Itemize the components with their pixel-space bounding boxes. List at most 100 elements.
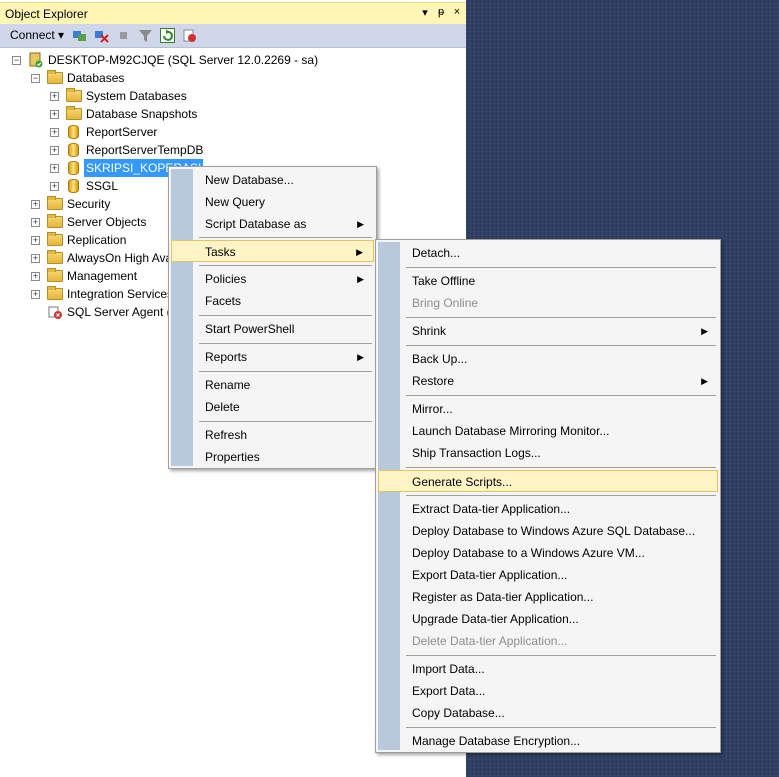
management-label: Management (67, 269, 138, 283)
expand-icon[interactable]: + (31, 272, 40, 281)
menu-item-generate-scripts[interactable]: Generate Scripts... (378, 470, 718, 492)
expand-icon[interactable]: + (31, 200, 40, 209)
menu-item-restore[interactable]: Restore ▶ (378, 370, 718, 392)
menu-item-upgrade-data-tier[interactable]: Upgrade Data-tier Application... (378, 608, 718, 630)
expand-icon[interactable]: + (31, 254, 40, 263)
collapse-icon[interactable]: − (12, 56, 21, 65)
expand-icon[interactable]: + (50, 146, 59, 155)
menu-item-register-data-tier[interactable]: Register as Data-tier Application... (378, 586, 718, 608)
folder-icon (47, 232, 63, 246)
reportserver-label: ReportServer (86, 125, 158, 139)
tree-node-database-snapshots[interactable]: + Database Snapshots (50, 105, 350, 123)
menu-item-script-database-as[interactable]: Script Database as ▶ (171, 213, 374, 235)
expand-icon[interactable]: + (50, 110, 59, 119)
menu-item-export-data-tier[interactable]: Export Data-tier Application... (378, 564, 718, 586)
menu-separator (406, 345, 716, 346)
menu-item-mirror[interactable]: Mirror... (378, 398, 718, 420)
submenu-arrow-icon: ▶ (701, 376, 708, 386)
menu-item-back-up[interactable]: Back Up... (378, 348, 718, 370)
menu-item-launch-mirroring-monitor[interactable]: Launch Database Mirroring Monitor... (378, 420, 718, 442)
menu-item-copy-database[interactable]: Copy Database... (378, 702, 718, 724)
tree-node-reportservertempdb[interactable]: + ReportServerTempDB (50, 141, 350, 159)
tree-node-reportserver[interactable]: + ReportServer (50, 123, 350, 141)
databases-label: Databases (67, 71, 125, 85)
folder-icon (47, 268, 63, 282)
menu-item-detach[interactable]: Detach... (378, 242, 718, 264)
menu-label: Properties (205, 450, 260, 464)
menu-item-deploy-azure-sql[interactable]: Deploy Database to Windows Azure SQL Dat… (378, 520, 718, 542)
menu-label: Delete (205, 400, 240, 414)
menu-label: Generate Scripts... (412, 475, 513, 489)
folder-icon (47, 196, 63, 210)
pin-icon[interactable]: ᵽ (434, 6, 448, 18)
submenu-arrow-icon: ▶ (357, 274, 364, 284)
menu-item-take-offline[interactable]: Take Offline (378, 270, 718, 292)
menu-item-new-database[interactable]: New Database... (171, 169, 374, 191)
filter-icon[interactable] (138, 28, 153, 43)
menu-item-facets[interactable]: Facets (171, 290, 374, 312)
system-databases-label: System Databases (86, 89, 187, 103)
menu-item-delete-data-tier[interactable]: Delete Data-tier Application... (378, 630, 718, 652)
menu-separator (406, 655, 716, 656)
menu-label: New Database... (205, 173, 294, 187)
database-icon (68, 125, 79, 139)
menu-item-deploy-azure-vm[interactable]: Deploy Database to a Windows Azure VM... (378, 542, 718, 564)
menu-item-import-data[interactable]: Import Data... (378, 658, 718, 680)
menu-item-ship-transaction-logs[interactable]: Ship Transaction Logs... (378, 442, 718, 464)
refresh-icon[interactable] (160, 28, 175, 43)
tree-node-databases[interactable]: − Databases (31, 69, 331, 87)
panel-title: Object Explorer (5, 7, 88, 21)
menu-item-reports[interactable]: Reports ▶ (171, 346, 374, 368)
menu-item-new-query[interactable]: New Query (171, 191, 374, 213)
menu-label: Restore (412, 374, 455, 388)
expand-icon[interactable]: + (31, 218, 40, 227)
close-icon[interactable]: × (450, 6, 464, 18)
expand-icon[interactable]: + (50, 128, 59, 137)
menu-item-policies[interactable]: Policies ▶ (171, 268, 374, 290)
menu-item-refresh[interactable]: Refresh (171, 424, 374, 446)
submenu-arrow-icon: ▶ (357, 352, 364, 362)
panel-title-bar: Object Explorer ▾ ᵽ × (0, 2, 466, 24)
menu-separator (199, 315, 372, 316)
stop-icon[interactable] (116, 28, 131, 43)
expand-icon[interactable]: + (31, 236, 40, 245)
expand-icon[interactable]: + (50, 182, 59, 191)
menu-item-rename[interactable]: Rename (171, 374, 374, 396)
collapse-icon[interactable]: − (31, 74, 40, 83)
submenu-arrow-icon: ▶ (356, 247, 363, 257)
menu-label: Facets (205, 294, 242, 308)
menu-item-delete[interactable]: Delete (171, 396, 374, 418)
menu-item-shrink[interactable]: Shrink ▶ (378, 320, 718, 342)
expand-icon[interactable]: + (50, 164, 59, 173)
menu-label: Back Up... (412, 352, 468, 366)
dropdown-icon[interactable]: ▾ (418, 6, 432, 19)
menu-label: Script Database as (205, 217, 307, 231)
server-objects-label: Server Objects (67, 215, 147, 229)
toolbar: Connect ▾ (0, 24, 466, 48)
menu-label: Refresh (205, 428, 248, 442)
menu-label: Mirror... (412, 402, 453, 416)
expand-icon[interactable]: + (50, 92, 59, 101)
menu-item-tasks[interactable]: Tasks ▶ (171, 240, 374, 262)
submenu-arrow-icon: ▶ (357, 219, 364, 229)
expand-icon[interactable]: + (31, 290, 40, 299)
menu-label: Extract Data-tier Application... (412, 502, 571, 516)
connect-object-explorer-icon[interactable] (72, 28, 87, 43)
menu-label: Manage Database Encryption... (412, 734, 581, 748)
tree-node-server[interactable]: − DESKTOP-M92CJQE (SQL Server 12.0.2269 … (12, 51, 452, 69)
menu-item-export-data[interactable]: Export Data... (378, 680, 718, 702)
menu-label: Start PowerShell (205, 322, 295, 336)
folder-icon (47, 286, 63, 300)
menu-item-properties[interactable]: Properties (171, 446, 374, 468)
menu-item-manage-encryption[interactable]: Manage Database Encryption... (378, 730, 718, 752)
activity-monitor-icon[interactable] (182, 28, 197, 43)
menu-label: Ship Transaction Logs... (412, 446, 541, 460)
connect-button[interactable]: Connect ▾ (10, 28, 64, 42)
disconnect-icon[interactable] (94, 28, 109, 43)
database-icon (68, 161, 79, 175)
alwayson-label: AlwaysOn High Ava (67, 251, 173, 265)
menu-item-start-powershell[interactable]: Start PowerShell (171, 318, 374, 340)
menu-item-bring-online[interactable]: Bring Online (378, 292, 718, 314)
tree-node-system-databases[interactable]: + System Databases (50, 87, 350, 105)
menu-item-extract-data-tier[interactable]: Extract Data-tier Application... (378, 498, 718, 520)
